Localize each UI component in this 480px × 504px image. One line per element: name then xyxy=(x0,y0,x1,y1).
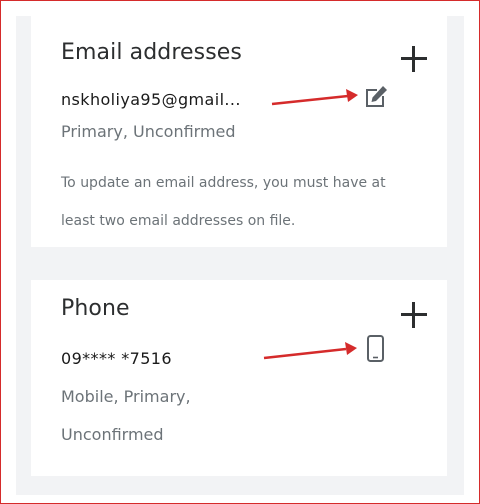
edit-email-pencil-icon[interactable] xyxy=(363,84,389,110)
add-phone-plus-icon[interactable] xyxy=(401,302,427,328)
phone-card: Phone 09**** *7516 Mobile, Primary, Unco… xyxy=(31,280,447,476)
annotation-arrow-to-phone-icon xyxy=(263,342,357,360)
email-status: Primary, Unconfirmed xyxy=(61,122,236,141)
phone-status-line-2: Unconfirmed xyxy=(61,425,164,444)
annotation-arrow-to-edit-icon xyxy=(271,89,358,106)
mobile-phone-icon[interactable] xyxy=(365,334,387,364)
email-address-value: nskholiya95@gmail... xyxy=(61,90,241,109)
email-update-note: To update an email address, you must hav… xyxy=(61,175,386,229)
email-addresses-card: Email addresses nskholiya95@gmail... Pri… xyxy=(31,16,447,247)
phone-status-line-1: Mobile, Primary, xyxy=(61,387,191,406)
phone-section-title: Phone xyxy=(61,296,130,321)
email-section-title: Email addresses xyxy=(61,40,242,65)
add-email-plus-icon[interactable] xyxy=(401,46,427,72)
phone-number-value: 09**** *7516 xyxy=(61,349,172,368)
